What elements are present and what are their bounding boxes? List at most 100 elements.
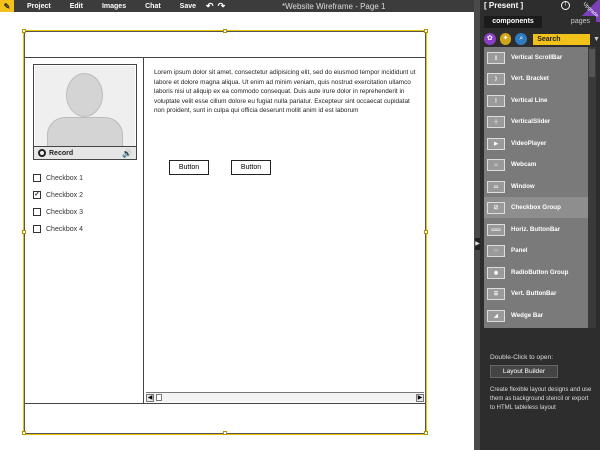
search-input[interactable]: Search — [533, 33, 591, 45]
menu-project[interactable]: Project — [21, 3, 57, 10]
list-item: Window — [511, 183, 535, 190]
tab-pages[interactable]: pages — [542, 16, 596, 28]
checkbox-2[interactable]: ✓ Checkbox 2 — [33, 191, 83, 199]
webcam-widget[interactable]: Record 🔊 — [33, 64, 137, 160]
resize-handle-e[interactable] — [424, 230, 428, 234]
slider-icon: ┼ — [487, 115, 505, 128]
list-item: Webcam — [511, 161, 537, 168]
checkbox-4[interactable]: Checkbox 4 — [33, 225, 83, 233]
component-window[interactable]: ▭ Window — [484, 176, 588, 197]
info-icon[interactable]: ! — [561, 1, 570, 10]
component-vertical-line[interactable]: | Vertical Line — [484, 90, 588, 111]
resize-handle-se[interactable] — [424, 431, 428, 435]
layout-builder-button[interactable]: Layout Builder — [490, 365, 558, 378]
list-item: Vert. Bracket — [511, 75, 549, 82]
components-panel: [ Present ] ! Upgrade components pages ✿… — [480, 0, 600, 450]
list-item: RadioButton Group — [511, 269, 569, 276]
component-vert-bracket[interactable]: } Vert. Bracket — [484, 68, 588, 89]
component-radiobutton-group[interactable]: ◉ RadioButton Group — [484, 262, 588, 283]
speaker-icon[interactable]: 🔊 — [122, 149, 132, 158]
component-list[interactable]: ▯ Vertical ScrollBar } Vert. Bracket | V… — [484, 47, 588, 328]
list-item: Panel — [511, 247, 528, 254]
checkbox-group-icon: ☑ — [487, 201, 505, 214]
scroll-left-icon[interactable]: ◀ — [146, 393, 154, 402]
dblclick-hint: Double-Click to open: — [490, 354, 554, 361]
list-item: Vertical ScrollBar — [511, 54, 563, 61]
vertical-line-icon: | — [487, 94, 505, 107]
resize-handle-sw[interactable] — [22, 431, 26, 435]
checkbox-3[interactable]: Checkbox 3 — [33, 208, 83, 216]
menu-bar: ✎ Project Edit Images Chat Save ↶ ↷ *Web… — [0, 0, 474, 12]
wireframe-button-2[interactable]: Button — [231, 160, 271, 175]
tab-components[interactable]: components — [484, 16, 542, 28]
present-button[interactable]: [ Present ] — [484, 1, 523, 10]
checkbox-box[interactable] — [33, 174, 41, 182]
list-item: Horiz. ButtonBar — [511, 226, 561, 233]
resize-handle-n[interactable] — [223, 29, 227, 33]
component-vert-buttonbar[interactable]: ☰ Vert. ButtonBar — [484, 283, 588, 304]
menu-save[interactable]: Save — [174, 3, 202, 10]
layout-builder-description: Create flexible layout designs and use t… — [490, 387, 592, 411]
chevron-down-icon[interactable]: ▼ — [593, 36, 600, 43]
app-logo-icon[interactable]: ✎ — [0, 0, 14, 12]
component-video-player[interactable]: ▶ VideoPlayer — [484, 133, 588, 154]
scroll-thumb[interactable] — [589, 49, 595, 77]
list-item: VerticalSlider — [511, 118, 551, 125]
resize-handle-ne[interactable] — [424, 29, 428, 33]
checkbox-label: Checkbox 1 — [46, 174, 83, 182]
window-icon: ▭ — [487, 180, 505, 193]
checkbox-box[interactable] — [33, 208, 41, 216]
component-panel[interactable]: □ Panel — [484, 240, 588, 261]
scroll-thumb[interactable] — [156, 394, 162, 401]
stencil-icon[interactable]: ✦ — [499, 33, 512, 45]
checkbox-label: Checkbox 4 — [46, 225, 83, 233]
scroll-right-icon[interactable]: ▶ — [416, 393, 424, 402]
component-checkbox-group[interactable]: ☑ Checkbox Group — [484, 197, 588, 218]
component-vertical-slider[interactable]: ┼ VerticalSlider — [484, 111, 588, 132]
resize-handle-s[interactable] — [223, 431, 227, 435]
list-item: VideoPlayer — [511, 140, 547, 147]
wireframe-button-1[interactable]: Button — [169, 160, 209, 175]
panel-tabs: components pages — [484, 16, 596, 28]
panel-icon: □ — [487, 244, 505, 257]
menu-chat[interactable]: Chat — [139, 3, 167, 10]
vertical-button-bar-icon: ☰ — [487, 287, 505, 300]
component-wedge-bar[interactable]: ◢ Wedge Bar — [484, 305, 588, 326]
redo-icon[interactable]: ↷ — [218, 1, 226, 12]
list-item: Vertical Line — [511, 97, 548, 104]
button-bar-icon: ▭▭ — [487, 223, 505, 236]
component-horiz-buttonbar[interactable]: ▭▭ Horiz. ButtonBar — [484, 219, 588, 240]
checkbox-box-checked[interactable]: ✓ — [33, 191, 41, 199]
resize-handle-nw[interactable] — [22, 29, 26, 33]
checkbox-1[interactable]: Checkbox 1 — [33, 174, 83, 182]
component-list-scrollbar[interactable] — [588, 47, 596, 328]
wedge-bar-icon: ◢ — [487, 309, 505, 322]
component-webcam[interactable]: ☺ Webcam — [484, 154, 588, 175]
radio-group-icon: ◉ — [487, 266, 505, 279]
bracket-icon: } — [487, 72, 505, 85]
horizontal-scrollbar[interactable]: ◀ ▶ — [146, 392, 424, 402]
list-item: Wedge Bar — [511, 312, 544, 319]
checkbox-label: Checkbox 2 — [46, 191, 83, 199]
palette-icon[interactable]: ✿ — [484, 33, 496, 45]
lorem-paragraph: Lorem ipsum dolor sit amet, consectetur … — [154, 69, 416, 115]
vertical-scrollbar-icon: ▯ — [487, 51, 505, 64]
avatar-body — [47, 117, 123, 147]
video-player-icon: ▶ — [487, 137, 505, 150]
undo-icon[interactable]: ↶ — [206, 1, 214, 12]
record-bar: Record 🔊 — [34, 146, 136, 159]
webcam-icon: ☺ — [487, 158, 505, 171]
panel-toolbar: ✿ ✦ ⌕ Search ▼ — [480, 30, 600, 48]
record-icon[interactable] — [38, 149, 46, 157]
avatar-placeholder-image — [35, 66, 135, 147]
avatar-head — [66, 73, 103, 117]
search-icon[interactable]: ⌕ — [515, 33, 528, 45]
list-item: Checkbox Group — [511, 204, 561, 211]
menu-edit[interactable]: Edit — [64, 3, 89, 10]
component-vertical-scrollbar[interactable]: ▯ Vertical ScrollBar — [484, 47, 588, 68]
menu-images[interactable]: Images — [96, 3, 132, 10]
checkbox-label: Checkbox 3 — [46, 208, 83, 216]
checkbox-box[interactable] — [33, 225, 41, 233]
resize-handle-w[interactable] — [22, 230, 26, 234]
record-label: Record — [49, 149, 74, 157]
